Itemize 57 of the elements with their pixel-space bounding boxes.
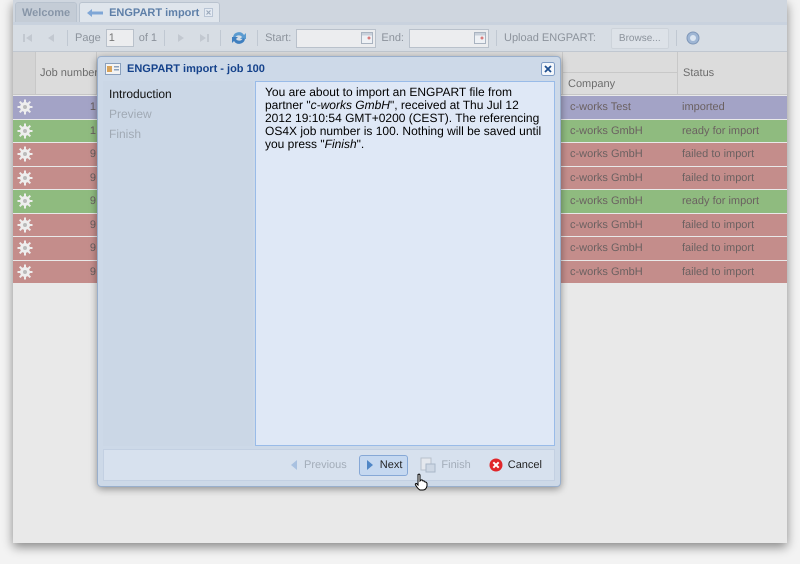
dialog-title: ENGPART import - job 100: [127, 63, 266, 75]
table-cell-text: c-works GmbH: [569, 242, 644, 254]
table-cell-text: failed to import: [681, 148, 756, 160]
table-cell-text: 9: [88, 148, 97, 160]
calendar-icon[interactable]: [474, 32, 486, 44]
left-triangle-icon: [288, 458, 299, 472]
table-cell-text: c-works GmbH: [569, 172, 644, 184]
column-header[interactable]: Status: [678, 52, 787, 94]
upload-label: Upload ENGPART:: [504, 32, 596, 44]
end-label: End:: [381, 32, 404, 44]
close-icon[interactable]: [541, 62, 555, 76]
start-label: Start:: [265, 32, 292, 44]
table-cell-text: 9: [88, 172, 97, 184]
table-cell-text: 9: [88, 242, 97, 254]
table-cell-text: 9: [88, 218, 97, 231]
table-cell-text: c-works GmbH: [569, 266, 644, 278]
table-cell-text: ready for import: [681, 195, 760, 208]
table-cell-text: 9: [88, 195, 97, 208]
page-count: of 1: [138, 32, 158, 44]
step-item[interactable]: Introduction: [109, 87, 253, 107]
wizard-button[interactable]: Next: [358, 454, 408, 476]
browse-button[interactable]: Browse...: [610, 28, 669, 48]
message-text: You are about to import an ENGPART file from partner "c-works GmbH", received at Thu Jul 12 2012 19:10:54 GMT+0200 (CEST). The referencing OS4X job number is 100. Nothing will be saved until you press "Finish".: [265, 86, 542, 151]
tab[interactable]: ENGPART import: [79, 2, 220, 22]
cancel-icon: [488, 458, 503, 472]
table-cell-text: failed to import: [681, 266, 756, 278]
gear-icon[interactable]: [16, 170, 32, 186]
table-cell-text: failed to import: [681, 172, 756, 184]
wizard-button[interactable]: Cancel: [482, 454, 548, 476]
right-triangle-icon: [364, 458, 375, 472]
table-cell-text: c-works GmbH: [569, 195, 644, 208]
card-icon: [105, 63, 121, 75]
table-cell-text: c-works Test: [569, 101, 632, 114]
table-cell-text: c-works GmbH: [569, 124, 644, 137]
gear-icon[interactable]: [16, 264, 32, 280]
table-cell-text: c-works GmbH: [569, 218, 644, 231]
column-header[interactable]: Company: [563, 73, 677, 94]
refresh-icon[interactable]: [230, 29, 248, 47]
page-field[interactable]: 1: [106, 29, 134, 47]
page-label: Page: [75, 32, 101, 44]
table-cell-text: imported: [681, 101, 726, 114]
table-cell-text: 1: [88, 124, 97, 137]
end-date-field[interactable]: [409, 28, 489, 48]
table-cell-text: 9: [88, 266, 97, 278]
back-arrow-icon: [86, 8, 104, 18]
gear-icon[interactable]: [16, 216, 32, 233]
table-cell-text: 1: [88, 101, 97, 114]
table-cell-text: failed to import: [681, 242, 756, 254]
help-icon[interactable]: [686, 31, 700, 45]
start-date-field[interactable]: [296, 28, 376, 48]
table-cell-text: failed to import: [681, 218, 756, 231]
gear-icon[interactable]: [16, 122, 32, 139]
calendar-icon[interactable]: [361, 32, 374, 44]
hand-cursor-icon: [414, 473, 428, 491]
save-icon: [420, 457, 436, 473]
table-cell-text: ready for import: [681, 124, 760, 137]
table-cell-text: c-works GmbH: [569, 148, 644, 160]
